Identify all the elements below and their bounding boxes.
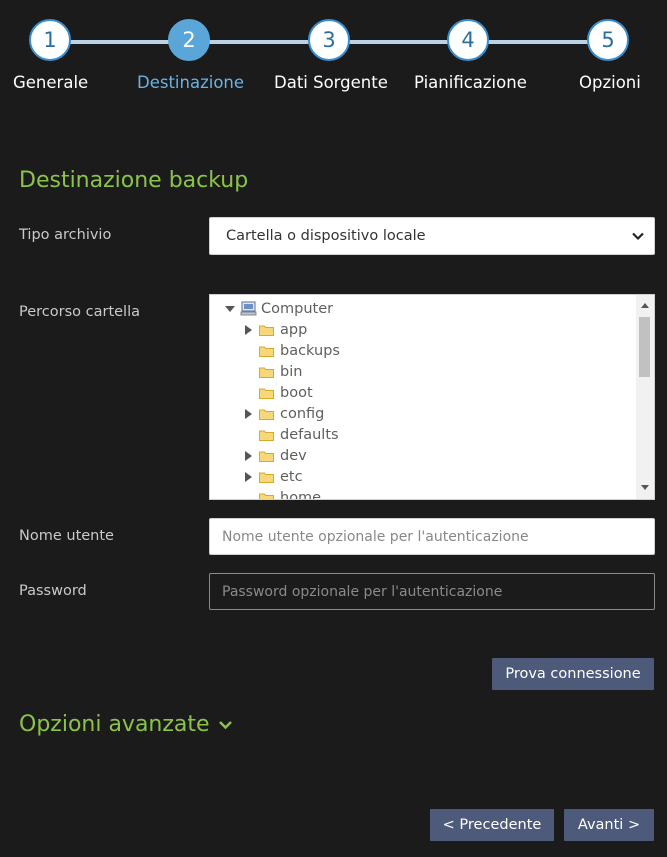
step-label-pianificazione[interactable]: Pianificazione — [414, 73, 527, 92]
tree-item-label: bin — [280, 363, 303, 380]
tree-root-label: Computer — [261, 300, 334, 317]
next-button[interactable]: Avanti > — [564, 809, 654, 841]
step-label-opzioni[interactable]: Opzioni — [579, 73, 641, 92]
tree-item-backups[interactable]: backups — [259, 340, 340, 361]
folder-icon — [259, 325, 274, 336]
step-4[interactable]: 4 — [447, 19, 489, 61]
section-title: Destinazione backup — [19, 168, 249, 193]
chevron-down-icon — [632, 232, 644, 241]
advanced-options-title: Opzioni avanzate — [19, 712, 210, 737]
tree-item-label: config — [280, 405, 325, 422]
expanded-triangle-icon[interactable] — [224, 303, 236, 315]
tree-item-dev[interactable]: dev — [242, 445, 307, 466]
collapsed-triangle-icon[interactable] — [242, 471, 254, 483]
previous-button[interactable]: < Precedente — [430, 809, 554, 841]
password-label: Password — [19, 583, 87, 599]
tree-item-label: home — [280, 489, 322, 500]
folder-icon — [259, 409, 274, 420]
folder-icon — [259, 346, 274, 357]
username-label: Nome utente — [19, 528, 114, 544]
folder-path-label: Percorso cartella — [19, 304, 140, 320]
step-label-dati-sorgente[interactable]: Dati Sorgente — [274, 73, 388, 92]
step-number: 4 — [461, 28, 475, 52]
tree-item-etc[interactable]: etc — [242, 466, 303, 487]
chevron-down-icon — [218, 720, 232, 729]
step-1[interactable]: 1 — [29, 19, 71, 61]
tree-item-app[interactable]: app — [242, 319, 307, 340]
tree-item-home[interactable]: home — [259, 487, 322, 500]
tree-item-label: dev — [280, 447, 307, 464]
tree-root-computer[interactable]: Computer — [224, 298, 333, 319]
step-3[interactable]: 3 — [308, 19, 350, 61]
tree-item-boot[interactable]: boot — [259, 382, 313, 403]
password-placeholder: Password opzionale per l'autenticazione — [222, 583, 503, 600]
computer-icon — [240, 301, 257, 316]
step-number: 3 — [322, 28, 336, 52]
step-5[interactable]: 5 — [587, 19, 629, 61]
tree-item-label: etc — [280, 468, 303, 485]
scroll-up-icon[interactable] — [640, 301, 650, 309]
tree-item-config[interactable]: config — [242, 403, 324, 424]
archive-type-label: Tipo archivio — [19, 227, 112, 243]
tree-item-label: defaults — [280, 426, 339, 443]
username-input[interactable]: Nome utente opzionale per l'autenticazio… — [209, 518, 655, 555]
collapsed-triangle-icon[interactable] — [242, 450, 254, 462]
archive-type-value: Cartella o dispositivo locale — [226, 228, 426, 244]
folder-icon — [259, 493, 274, 499]
scroll-thumb[interactable] — [639, 317, 650, 377]
step-2[interactable]: 2 — [168, 19, 210, 61]
scroll-down-icon[interactable] — [640, 484, 650, 492]
password-input[interactable]: Password opzionale per l'autenticazione — [209, 573, 655, 610]
advanced-options-toggle[interactable]: Opzioni avanzate — [19, 712, 233, 737]
folder-icon — [259, 472, 274, 483]
archive-type-select[interactable]: Cartella o dispositivo locale — [209, 217, 655, 255]
collapsed-triangle-icon[interactable] — [242, 324, 254, 336]
folder-icon — [259, 451, 274, 462]
test-connection-button[interactable]: Prova connessione — [492, 658, 654, 690]
tree-item-defaults[interactable]: defaults — [259, 424, 339, 445]
folder-icon — [259, 388, 274, 399]
step-label-destinazione[interactable]: Destinazione — [137, 73, 244, 92]
tree-item-bin[interactable]: bin — [259, 361, 302, 382]
step-number: 5 — [601, 28, 615, 52]
tree-item-label: backups — [280, 342, 340, 359]
collapsed-triangle-icon[interactable] — [242, 408, 254, 420]
folder-tree[interactable]: Computer app backups bin boot config def… — [209, 294, 655, 500]
username-placeholder: Nome utente opzionale per l'autenticazio… — [222, 528, 529, 545]
folder-icon — [259, 430, 274, 441]
step-label-generale[interactable]: Generale — [13, 73, 88, 92]
folder-icon — [259, 367, 274, 378]
step-number: 2 — [182, 28, 196, 52]
step-number: 1 — [43, 28, 57, 52]
tree-item-label: boot — [280, 384, 313, 401]
wizard-stepper: 1 2 3 4 5 Generale Destinazione Dati Sor… — [0, 0, 667, 110]
tree-scrollbar[interactable] — [636, 295, 654, 499]
tree-item-label: app — [280, 321, 308, 338]
